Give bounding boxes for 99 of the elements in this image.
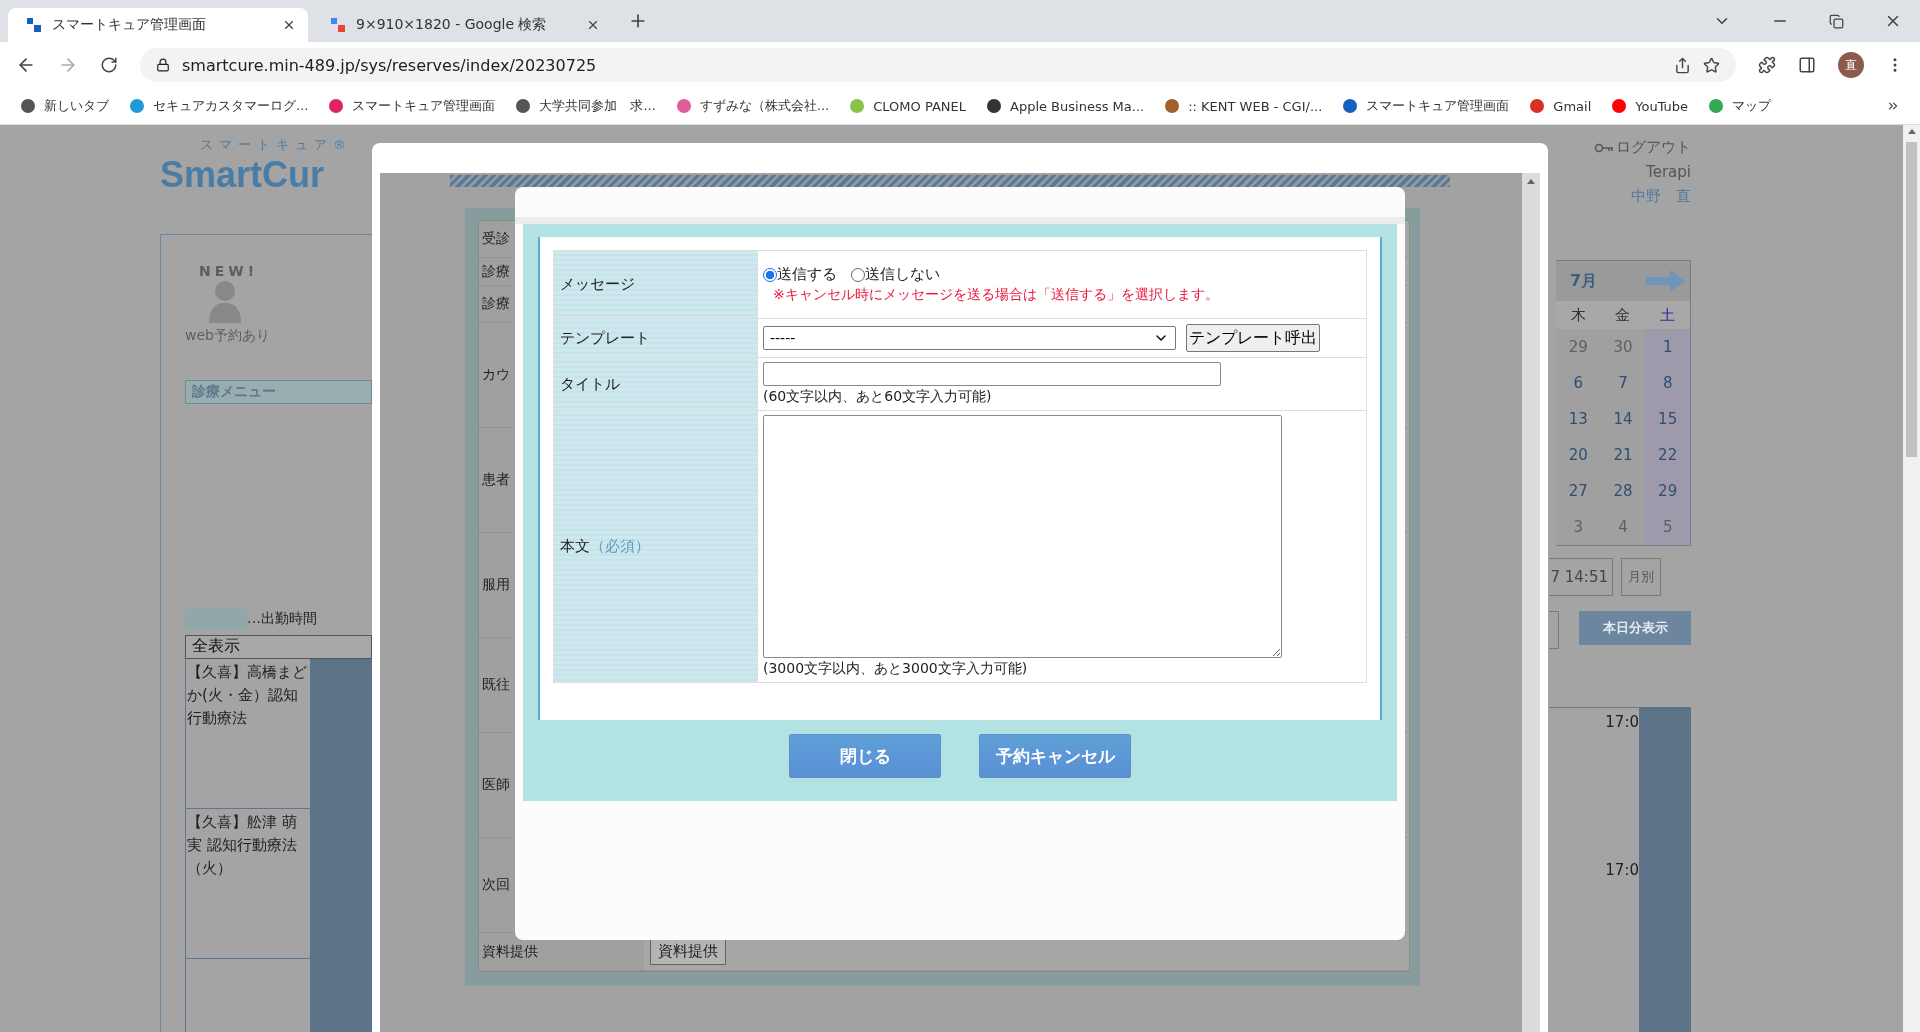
- app-favicon-icon: [26, 17, 42, 33]
- favicon-icon: [1529, 98, 1546, 114]
- favicon-icon: [1164, 98, 1181, 114]
- calendar-day[interactable]: 7: [1600, 365, 1646, 401]
- favicon-icon: [129, 98, 145, 114]
- field-label: テンプレート: [554, 319, 758, 357]
- calendar-day[interactable]: 22: [1645, 437, 1690, 473]
- profile-avatar[interactable]: 直: [1838, 52, 1864, 78]
- radio-button[interactable]: [763, 267, 777, 282]
- bookmark[interactable]: スマートキュア管理画面: [1342, 97, 1510, 115]
- favicon-icon: [1342, 98, 1359, 114]
- note-text: ※キャンセル時にメッセージを送る場合は「送信する」を選択します。: [772, 286, 1220, 304]
- logo: SmartCur: [160, 154, 326, 196]
- bookmark[interactable]: 新しいタブ: [20, 97, 109, 115]
- bookmark[interactable]: マップ: [1708, 97, 1772, 115]
- bookmark[interactable]: CLOMO PANEL: [849, 98, 966, 114]
- body-field[interactable]: [763, 415, 1282, 658]
- bookmark[interactable]: Apple Business Ma...: [986, 98, 1145, 114]
- template-select[interactable]: -----: [763, 326, 1176, 350]
- favicon-icon: [675, 98, 692, 114]
- close-icon[interactable]: [586, 18, 600, 32]
- bookmark[interactable]: スマートキュア管理画面: [328, 97, 496, 115]
- scroll-up-icon[interactable]: [1527, 179, 1535, 184]
- url-text: smartcure.min-489.jp/sys/reserves/index/20230725: [182, 55, 597, 75]
- logo-tagline: スマートキュア®: [199, 136, 353, 154]
- favicon-icon: [1611, 98, 1628, 114]
- google-favicon-icon: [330, 17, 346, 33]
- favicon-icon: [515, 98, 532, 114]
- bookmark[interactable]: :: KENT WEB - CGI/...: [1164, 98, 1323, 114]
- extension-icon[interactable]: [1758, 56, 1776, 74]
- radio-option[interactable]: 送信する: [763, 265, 837, 284]
- favicon-icon: [328, 98, 345, 114]
- lock-icon[interactable]: [156, 58, 170, 72]
- key-icon: [1594, 142, 1614, 153]
- web-reservation-label: web予約あり: [185, 327, 271, 345]
- scroll-thumb[interactable]: [1906, 142, 1917, 457]
- bookmark[interactable]: 大学共同参加 求...: [515, 97, 656, 115]
- user-name: 中野 直: [1631, 187, 1691, 206]
- favicon-icon: [986, 98, 1002, 114]
- share-icon[interactable]: [1674, 56, 1691, 74]
- organization-name: Terapi: [1646, 163, 1691, 181]
- favicon-icon: [20, 98, 36, 114]
- bookmark[interactable]: セキュアカスタマーログ...: [129, 97, 309, 115]
- char-counter: (60文字以内、あと60文字入力可能): [763, 388, 993, 406]
- calendar-month: 7月: [1570, 270, 1598, 292]
- date-time-field[interactable]: 7 14:51: [1549, 558, 1613, 596]
- char-counter: (3000文字以内、あと3000文字入力可能): [763, 660, 1029, 678]
- menu-header: 診療メニュー: [185, 380, 372, 404]
- close-icon[interactable]: [282, 18, 296, 32]
- browser-tab[interactable]: 9×910×1820 - Google 検索: [312, 8, 612, 42]
- calendar-day[interactable]: 14: [1600, 401, 1646, 437]
- field-label: タイトル: [554, 358, 758, 410]
- scrollbar[interactable]: [1522, 173, 1540, 1032]
- scroll-up-icon[interactable]: [1907, 129, 1916, 134]
- new-label: NEW!: [198, 263, 260, 279]
- calendar-day[interactable]: 1: [1645, 329, 1690, 365]
- calendar-day[interactable]: 8: [1645, 365, 1690, 401]
- bookmark[interactable]: すずみな（株式会社...: [675, 97, 830, 115]
- restore-icon[interactable]: [1829, 12, 1844, 30]
- partial-box: [1549, 611, 1559, 649]
- calendar-day[interactable]: 6: [1556, 365, 1601, 401]
- person-icon: [207, 279, 243, 323]
- scrollbar[interactable]: [1903, 125, 1920, 1032]
- cancel-reservation-button[interactable]: 予約キャンセル: [979, 734, 1131, 778]
- legend-label: …出勤時間: [247, 610, 317, 628]
- calendar-day[interactable]: 15: [1645, 401, 1690, 437]
- calendar-day[interactable]: 13: [1556, 401, 1601, 437]
- calendar-day[interactable]: 20: [1556, 437, 1601, 473]
- time-label: 17:0: [1604, 860, 1639, 881]
- material-button[interactable]: 資料提供: [650, 938, 726, 965]
- title-field[interactable]: [763, 362, 1221, 386]
- address-bar[interactable]: smartcure.min-489.jp/sys/reserves/index/20230725: [140, 48, 1736, 82]
- close-button[interactable]: 閉じる: [789, 734, 941, 778]
- favicon-icon: [849, 98, 866, 114]
- more-bookmarks-icon[interactable]: [1886, 99, 1900, 113]
- calendar-day[interactable]: 28: [1600, 473, 1646, 509]
- radio-button[interactable]: [851, 267, 865, 282]
- bookmark[interactable]: YouTube: [1611, 98, 1689, 114]
- today-button[interactable]: 本日分表示: [1579, 611, 1691, 645]
- reload-icon[interactable]: [100, 56, 118, 74]
- radio-option[interactable]: 送信しない: [851, 265, 940, 284]
- bookmark[interactable]: Gmail: [1529, 98, 1592, 114]
- favicon-icon: [1708, 98, 1725, 114]
- calendar-day[interactable]: 21: [1600, 437, 1646, 473]
- time-label: 17:0: [1604, 712, 1639, 733]
- filter-select[interactable]: 全表示: [185, 635, 372, 659]
- browser-tab[interactable]: スマートキュア管理画面: [8, 8, 308, 42]
- star-icon[interactable]: [1703, 56, 1720, 74]
- weekday-label: 木: [1556, 301, 1601, 329]
- field-label: 本文（必須）: [554, 411, 758, 682]
- weekday-label: 土: [1645, 301, 1690, 329]
- field-label: メッセージ: [554, 251, 758, 318]
- side-panel-icon[interactable]: [1798, 56, 1816, 74]
- template-button[interactable]: テンプレート呼出: [1186, 324, 1320, 352]
- logout-link[interactable]: ログアウト: [1616, 138, 1691, 157]
- calendar-day[interactable]: 29: [1645, 473, 1690, 509]
- monthly-button[interactable]: 月別: [1621, 558, 1661, 596]
- calendar-day[interactable]: 27: [1556, 473, 1601, 509]
- weekday-label: 金: [1600, 301, 1646, 329]
